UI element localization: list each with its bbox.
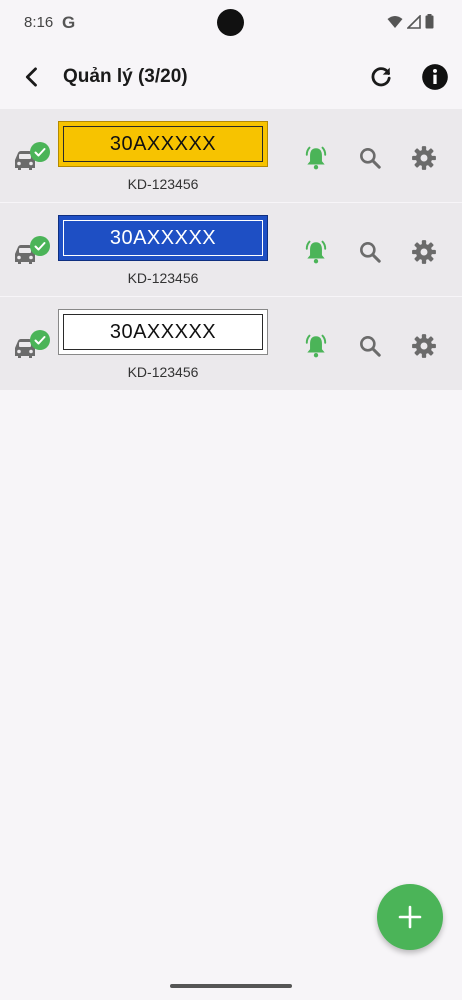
app-bar: Quản lý (3/20): [0, 46, 462, 108]
signal-icon: [407, 14, 421, 29]
camera-cutout: [217, 9, 244, 36]
gear-icon[interactable]: [411, 145, 437, 171]
vehicle-code: KD-123456: [127, 270, 199, 286]
gear-icon[interactable]: [411, 333, 437, 359]
plate-number: 30AXXXXX: [63, 220, 263, 256]
wifi-icon: [387, 15, 403, 28]
car-status: [12, 233, 52, 273]
check-circle-icon: [30, 330, 50, 350]
search-icon[interactable]: [357, 145, 383, 171]
license-plate: 30AXXXXX: [58, 215, 268, 261]
bell-ring-icon[interactable]: [303, 333, 329, 359]
bell-ring-icon[interactable]: [303, 145, 329, 171]
plate-number: 30AXXXXX: [63, 126, 263, 162]
vehicle-code: KD-123456: [127, 176, 199, 192]
gear-icon[interactable]: [411, 239, 437, 265]
svg-text:G: G: [62, 13, 75, 31]
vehicle-row[interactable]: 30AXXXXX KD-123456: [0, 203, 462, 297]
status-icons: [387, 14, 434, 29]
check-circle-icon: [30, 236, 50, 256]
vehicle-row[interactable]: 30AXXXXX KD-123456: [0, 297, 462, 391]
search-icon[interactable]: [357, 333, 383, 359]
car-status: [12, 139, 52, 179]
back-arrow-icon[interactable]: [18, 63, 46, 91]
page-title: Quản lý (3/20): [63, 66, 188, 87]
status-time: 8:16: [24, 14, 54, 31]
info-icon[interactable]: [421, 63, 449, 91]
license-plate: 30AXXXXX: [58, 121, 268, 167]
vehicle-code: KD-123456: [127, 364, 199, 380]
battery-icon: [425, 14, 434, 29]
license-plate: 30AXXXXX: [58, 309, 268, 355]
check-circle-icon: [30, 142, 50, 162]
home-indicator[interactable]: [170, 984, 292, 988]
status-bar: 8:16 G: [0, 0, 462, 46]
vehicle-list: 30AXXXXX KD-123456 30AXXXXX KD-123456 30…: [0, 109, 462, 391]
vehicle-row[interactable]: 30AXXXXX KD-123456: [0, 109, 462, 203]
plus-icon: [398, 905, 422, 929]
add-vehicle-button[interactable]: [377, 884, 443, 950]
search-icon[interactable]: [357, 239, 383, 265]
plate-number: 30AXXXXX: [63, 314, 263, 350]
car-status: [12, 327, 52, 367]
refresh-icon[interactable]: [367, 63, 395, 91]
bell-ring-icon[interactable]: [303, 239, 329, 265]
google-icon: G: [62, 13, 75, 31]
